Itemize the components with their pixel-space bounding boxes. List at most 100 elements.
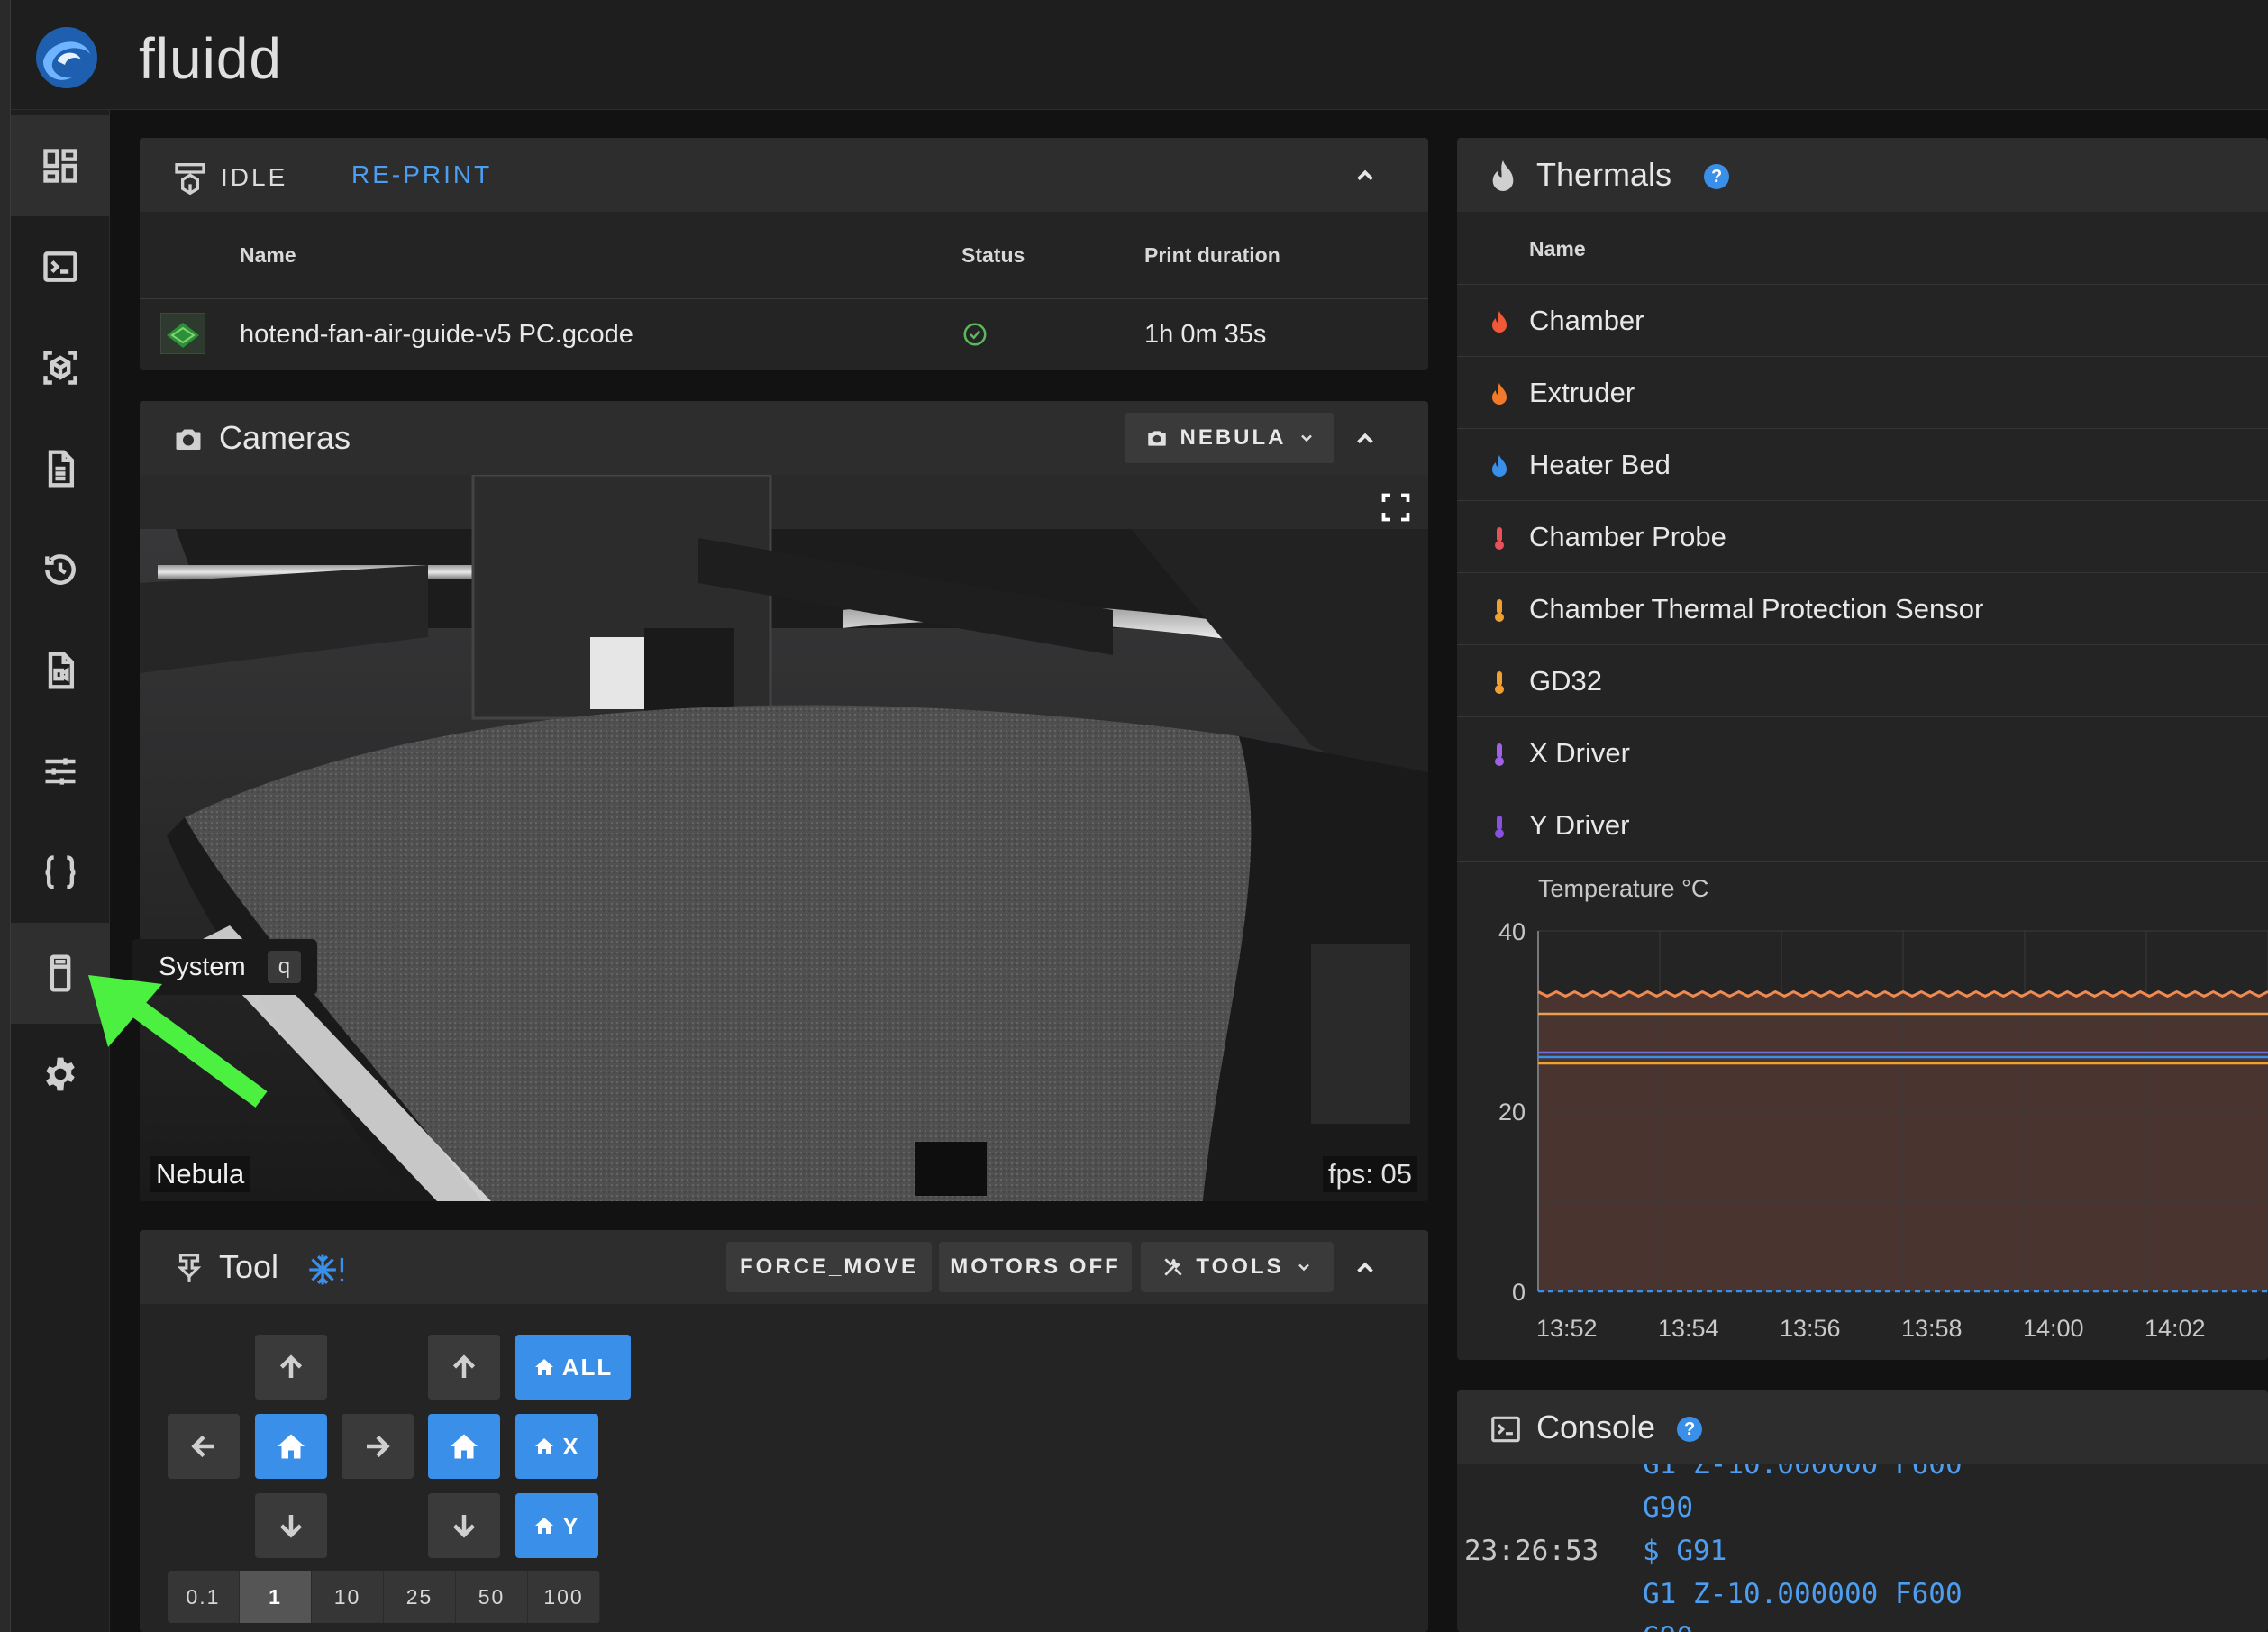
arrow-down-icon (452, 1515, 476, 1538)
help-icon[interactable]: ? (1677, 1417, 1703, 1443)
fullscreen-icon[interactable] (1380, 491, 1412, 524)
force-move-label: FORCE_MOVE (739, 1254, 919, 1279)
fluidd-logo-icon[interactable] (20, 11, 114, 105)
nav-configuration[interactable] (11, 822, 110, 923)
camera-stream[interactable]: Nebula fps: 05 (140, 475, 1428, 1201)
home-icon (278, 1434, 305, 1459)
home-x-button[interactable]: X (515, 1414, 598, 1479)
jog-z-plus-button[interactable] (428, 1335, 500, 1400)
chevron-up-icon (1357, 169, 1373, 181)
thermal-row-heater-bed[interactable]: Heater Bed (1457, 428, 2268, 500)
home-y-label: Y (562, 1511, 580, 1539)
motors-off-label: MOTORS OFF (950, 1254, 1121, 1279)
thermal-row-extruder[interactable]: Extruder (1457, 356, 2268, 428)
nav-console[interactable] (11, 216, 110, 317)
camera-select-button[interactable]: NEBULA (1125, 413, 1334, 463)
printer-state: IDLE (221, 163, 288, 191)
home-icon (535, 1518, 554, 1534)
jog-z-minus-button[interactable] (428, 1493, 500, 1558)
thermal-row-x-driver[interactable]: X Driver (1457, 716, 2268, 789)
chart-x-tick: 13:52 (1536, 1315, 1598, 1342)
printer-nozzle-icon (177, 1254, 202, 1282)
force-move-button[interactable]: FORCE_MOVE (726, 1242, 932, 1292)
step-size-option-selected[interactable]: 1 (240, 1571, 312, 1623)
nav-dashboard[interactable] (11, 115, 110, 216)
thermal-row-chamber-protection[interactable]: Chamber Thermal Protection Sensor (1457, 572, 2268, 644)
home-icon (535, 1438, 554, 1454)
app-title: fluidd (139, 26, 282, 91)
console-output[interactable]: G1 Z-10.000000 F600 G90 23:26:53 $ G91 G… (1457, 1464, 2268, 1632)
tool-card: Tool FORCE_MOVE MOTORS OFF TOOLS ALL X Y… (140, 1230, 1428, 1632)
chart-x-tick: 13:56 (1780, 1315, 1841, 1342)
app-bar: fluidd (11, 0, 2268, 110)
thermal-row-y-driver[interactable]: Y Driver (1457, 789, 2268, 861)
console-line: G1 Z-10.000000 F600 (1643, 1578, 1963, 1610)
nav-gcode-preview[interactable] (11, 317, 110, 418)
thermals-card: Thermals ? Name Chamber Extruder Heater … (1457, 138, 2268, 1360)
chart-x-tick: 14:02 (2145, 1315, 2206, 1342)
collapse-cameras-button[interactable] (1338, 412, 1392, 466)
nav-tune[interactable] (11, 721, 110, 822)
nav-timelapse[interactable] (11, 620, 110, 721)
history-icon (45, 554, 76, 585)
step-size-option[interactable]: 100 (528, 1571, 600, 1623)
temperature-chart[interactable]: Temperature °C 40 20 0 13:52 13:54 13:56 13:58 1… (1457, 868, 2268, 1360)
dashboard-icon (43, 149, 77, 183)
camera-stream-name: Nebula (150, 1156, 250, 1192)
check-circle-icon (963, 323, 987, 346)
thermal-row-chamber[interactable]: Chamber (1457, 284, 2268, 356)
tune-icon (45, 758, 76, 785)
arrow-down-icon (279, 1515, 303, 1538)
thermal-name: Extruder (1529, 377, 1635, 408)
thermals-column-name[interactable]: Name (1529, 237, 1586, 261)
chart-x-tick: 13:58 (1901, 1315, 1963, 1342)
annotation-arrow-icon (88, 975, 268, 1108)
collapse-tool-button[interactable] (1338, 1241, 1392, 1295)
console-icon (1491, 1416, 1520, 1443)
chevron-down-icon (1298, 1263, 1309, 1272)
fire-icon (1492, 311, 1507, 333)
home-y-button[interactable]: Y (515, 1493, 598, 1558)
thermal-name: Chamber Probe (1529, 521, 1726, 552)
jog-x-plus-button[interactable] (342, 1414, 414, 1479)
nav-rail (11, 110, 110, 1632)
column-header-status[interactable]: Status (961, 243, 1025, 268)
step-size-option[interactable]: 0.1 (168, 1571, 240, 1623)
console-line: $ G91 (1643, 1535, 1727, 1567)
home-z-button[interactable] (428, 1414, 500, 1479)
status-card-header: IDLE RE-PRINT (140, 138, 1428, 212)
tools-menu-button[interactable]: TOOLS (1141, 1242, 1334, 1292)
nav-jobs[interactable] (11, 418, 110, 519)
job-thumbnail (160, 313, 205, 354)
jog-y-plus-button[interactable] (255, 1335, 327, 1400)
cameras-card-header: Cameras NEBULA (140, 401, 1428, 475)
cube-scan-icon (43, 351, 77, 385)
thermal-row-chamber-probe[interactable]: Chamber Probe (1457, 500, 2268, 572)
arrow-left-icon (191, 1435, 214, 1458)
reprint-button[interactable]: RE-PRINT (337, 149, 506, 201)
step-size-option[interactable]: 25 (384, 1571, 456, 1623)
file-document-icon (48, 450, 75, 488)
thermal-row-gd32[interactable]: GD32 (1457, 644, 2268, 716)
chart-x-tick: 14:00 (2023, 1315, 2084, 1342)
console-line: G1 Z-10.000000 F600 (1643, 1464, 1963, 1481)
console-icon (43, 251, 77, 282)
step-size-option[interactable]: 10 (312, 1571, 384, 1623)
column-header-duration[interactable]: Print duration (1144, 243, 1280, 268)
motors-off-button[interactable]: MOTORS OFF (939, 1242, 1132, 1292)
home-all-button[interactable]: ALL (515, 1335, 631, 1400)
home-icon (451, 1434, 478, 1459)
jog-x-minus-button[interactable] (168, 1414, 240, 1479)
home-xy-button[interactable] (255, 1414, 327, 1479)
arrow-right-icon (367, 1435, 390, 1458)
tools-icon (1164, 1258, 1182, 1276)
cameras-title: Cameras (219, 419, 351, 456)
collapse-status-button[interactable] (1338, 149, 1392, 203)
job-filename[interactable]: hotend-fan-air-guide-v5 PC.gcode (240, 320, 633, 350)
thermal-name: Chamber (1529, 305, 1644, 336)
help-icon[interactable]: ? (1704, 164, 1730, 190)
step-size-option[interactable]: 50 (456, 1571, 528, 1623)
jog-y-minus-button[interactable] (255, 1493, 327, 1558)
nav-history[interactable] (11, 519, 110, 620)
column-header-name[interactable]: Name (240, 243, 296, 268)
